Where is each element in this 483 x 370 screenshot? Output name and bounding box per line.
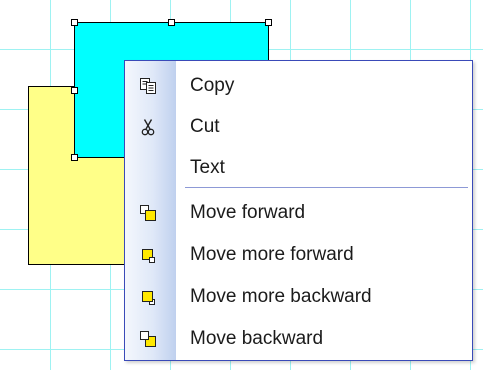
resize-handle-top-left[interactable] bbox=[71, 19, 78, 26]
move-more-backward-icon bbox=[138, 287, 158, 307]
menu-item-label: Text bbox=[190, 157, 225, 178]
menu-item-text[interactable]: Text bbox=[125, 150, 472, 186]
resize-handle-bottom-left[interactable] bbox=[71, 154, 78, 161]
diagram-canvas[interactable]: Copy Cut Text Move forward Move more for… bbox=[0, 0, 483, 370]
menu-item-label: Copy bbox=[190, 75, 235, 96]
menu-item-move-more-backward[interactable]: Move more backward bbox=[125, 279, 472, 315]
menu-item-copy[interactable]: Copy bbox=[125, 68, 472, 104]
move-forward-icon bbox=[138, 203, 158, 223]
move-backward-icon bbox=[138, 329, 158, 349]
menu-item-label: Move more forward bbox=[190, 244, 354, 265]
menu-item-label: Move forward bbox=[190, 202, 306, 223]
resize-handle-top-right[interactable] bbox=[265, 19, 272, 26]
copy-icon bbox=[138, 76, 158, 96]
menu-item-move-more-forward[interactable]: Move more forward bbox=[125, 237, 472, 273]
scissors-icon bbox=[138, 117, 158, 137]
menu-item-label: Cut bbox=[190, 116, 220, 137]
context-menu: Copy Cut Text Move forward Move more for… bbox=[124, 60, 473, 361]
menu-item-move-backward[interactable]: Move backward bbox=[125, 321, 472, 357]
menu-item-cut[interactable]: Cut bbox=[125, 109, 472, 145]
move-more-forward-icon bbox=[138, 245, 158, 265]
menu-separator bbox=[185, 187, 468, 188]
resize-handle-top-center[interactable] bbox=[168, 19, 175, 26]
menu-item-label: Move more backward bbox=[190, 286, 372, 307]
menu-item-move-forward[interactable]: Move forward bbox=[125, 195, 472, 231]
menu-item-label: Move backward bbox=[190, 328, 324, 349]
resize-handle-middle-left[interactable] bbox=[71, 87, 78, 94]
